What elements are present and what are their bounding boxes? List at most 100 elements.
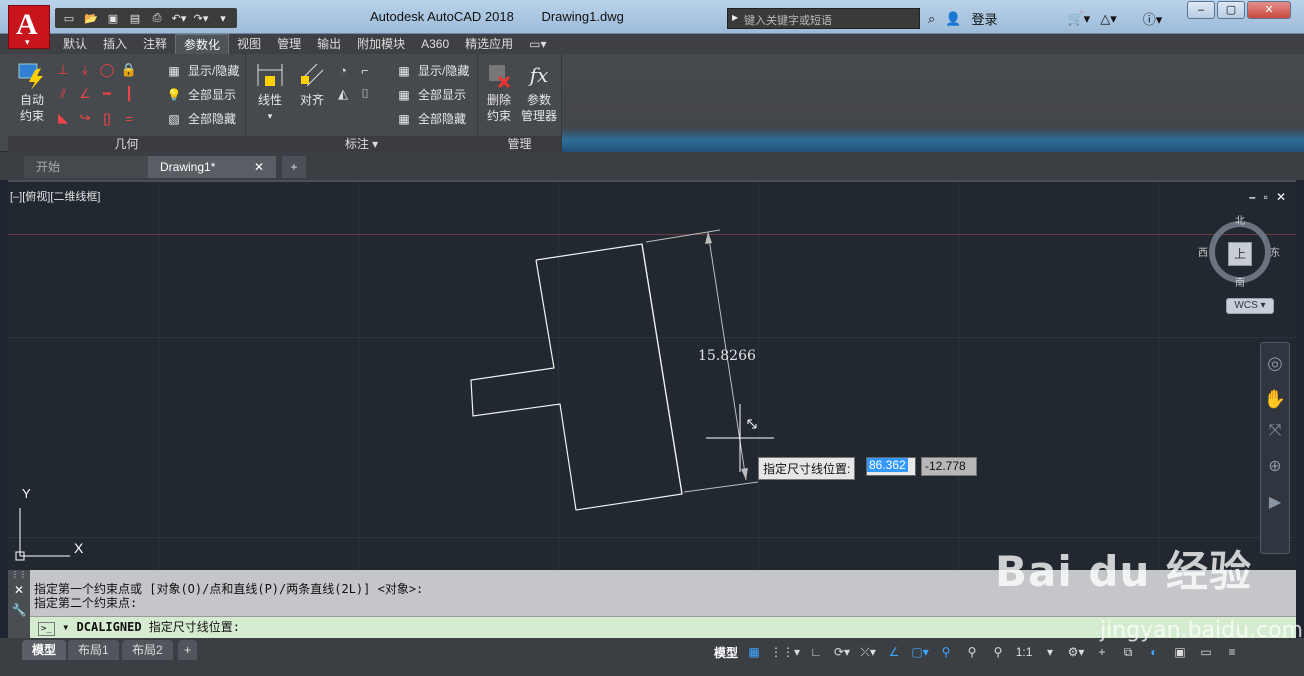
model-space-button[interactable]: 模型: [714, 641, 738, 663]
close-icon[interactable]: ✕: [8, 580, 30, 600]
snap-mode-icon[interactable]: ⋮⋮▾: [770, 641, 800, 663]
tab-parametric[interactable]: 参数化: [175, 34, 230, 54]
wcs-menu[interactable]: WCS ▾: [1226, 298, 1274, 314]
exchange-icon[interactable]: △▾: [1100, 11, 1117, 27]
close-icon[interactable]: ✕: [254, 156, 264, 178]
smooth-icon[interactable]: ↪: [74, 106, 96, 130]
layout-tab-2[interactable]: 布局2: [122, 640, 173, 660]
open-icon[interactable]: 📂: [81, 9, 101, 27]
geo-show-hide-button[interactable]: ▦ 显示/隐藏: [166, 62, 239, 79]
polar-tracking-icon[interactable]: ⟳▾: [832, 641, 852, 663]
tab-drawing1[interactable]: Drawing1* ✕: [148, 156, 276, 178]
help-icon[interactable]: ⓘ▾: [1143, 9, 1163, 28]
tab-a360[interactable]: A360: [413, 34, 457, 54]
customize-menu-icon[interactable]: ≡: [1222, 641, 1242, 663]
radius-icon[interactable]: ⌐: [354, 58, 376, 82]
search-input[interactable]: ▶ 键入关键字或短语: [727, 8, 920, 29]
workspace-gear-icon[interactable]: ⚙▾: [1066, 641, 1086, 663]
vertical-icon[interactable]: ┃: [118, 82, 140, 106]
coincident-icon[interactable]: ⊥: [52, 58, 74, 82]
auto-constrain-button[interactable]: 自动 约束: [12, 60, 52, 124]
save-icon[interactable]: ▣: [103, 9, 123, 27]
tab-view[interactable]: 视图: [229, 34, 269, 54]
annotation-visibility-icon[interactable]: ⚲: [936, 641, 956, 663]
isodraft-icon[interactable]: ⤫▾: [858, 641, 878, 663]
clean-screen-icon[interactable]: ▭: [1196, 641, 1216, 663]
ortho-icon[interactable]: ∟: [806, 641, 826, 663]
tab-addins[interactable]: 附加模块: [349, 34, 413, 54]
compass-west[interactable]: 西: [1198, 244, 1208, 259]
tangent-icon[interactable]: ◣: [52, 106, 74, 130]
dimension-text[interactable]: 15.8266: [698, 348, 756, 364]
compass-east[interactable]: 东: [1270, 244, 1280, 259]
polygon-shape[interactable]: [470, 243, 683, 511]
collinear-icon[interactable]: ⤓: [74, 58, 96, 82]
linear-dim-button[interactable]: 线性 ▾: [252, 60, 288, 124]
wrench-icon[interactable]: 🔧: [8, 600, 30, 620]
geo-show-all-button[interactable]: 💡 全部显示: [166, 86, 237, 103]
binoculars-icon[interactable]: ⌕: [928, 11, 935, 27]
hardware-acceleration-icon[interactable]: ▣: [1170, 641, 1190, 663]
isolate-objects-icon[interactable]: ◐: [1144, 641, 1164, 663]
login-button[interactable]: 登录: [971, 9, 997, 28]
edge-line[interactable]: [641, 243, 683, 495]
auto-scale-icon[interactable]: ⚲: [962, 641, 982, 663]
panel-dimension-label[interactable]: 标注 ▾: [246, 136, 477, 152]
tab-manage[interactable]: 管理: [269, 34, 309, 54]
units-icon[interactable]: ⧉: [1118, 641, 1138, 663]
object-snap-icon[interactable]: ▢▾: [910, 641, 930, 663]
annotation-scale-value[interactable]: 1:1: [1014, 641, 1034, 663]
command-window-grip[interactable]: ⋮⋮ ✕ 🔧: [8, 570, 30, 638]
diameter-icon[interactable]: ◭: [332, 82, 354, 106]
annotation-scale-icon[interactable]: ⚲: [988, 641, 1008, 663]
orbit-icon[interactable]: ⊕: [1261, 447, 1289, 487]
layout-tab-model[interactable]: 模型: [22, 640, 67, 660]
customize-qat-icon[interactable]: ▾: [213, 9, 233, 27]
save-as-icon[interactable]: ▤: [125, 9, 145, 27]
dim-hide-all-button[interactable]: ▦ 全部隐藏: [396, 110, 466, 127]
panel-geometry-label[interactable]: 几何: [8, 136, 245, 152]
equal-icon[interactable]: =: [118, 106, 140, 130]
new-tab-button[interactable]: +: [282, 156, 306, 178]
geo-hide-all-button[interactable]: ▧ 全部隐藏: [166, 110, 236, 127]
parallel-icon[interactable]: ⫽: [52, 82, 74, 106]
drawing-canvas[interactable]: [–][俯视][二维线框] – ▫ ✕ 15.8266 Y X 上 北 南 东: [8, 180, 1296, 570]
param-manager-button[interactable]: fx 参数 管理器: [518, 60, 560, 124]
minimize-button[interactable]: –: [1187, 1, 1215, 19]
undo-icon[interactable]: ↶▾: [169, 9, 189, 27]
command-prompt-icon[interactable]: >_: [38, 622, 55, 636]
grip-handle-icon[interactable]: ⋮⋮: [8, 570, 30, 580]
tab-annotate[interactable]: 注释: [135, 34, 175, 54]
dynamic-input-x[interactable]: 86.362: [866, 457, 916, 476]
aligned-dim-button[interactable]: 对齐: [294, 60, 330, 108]
tab-featured-apps[interactable]: 精选应用: [457, 34, 521, 54]
add-layout-button[interactable]: +: [178, 640, 198, 660]
close-button[interactable]: ✕: [1247, 1, 1291, 19]
dim-show-all-button[interactable]: ▦ 全部显示: [396, 86, 466, 103]
viewcube[interactable]: 上 北 南 东 西: [1198, 212, 1280, 292]
print-icon[interactable]: ⎙: [147, 9, 167, 27]
object-snap-tracking-icon[interactable]: ∠: [884, 641, 904, 663]
redo-icon[interactable]: ↷▾: [191, 9, 211, 27]
delete-constraints-button[interactable]: 删除 约束: [482, 60, 516, 124]
convert-icon[interactable]: ⌷: [354, 82, 376, 106]
compass-south[interactable]: 南: [1235, 274, 1245, 289]
cart-icon[interactable]: 🛒▾: [1067, 11, 1090, 27]
compass-north[interactable]: 北: [1235, 212, 1245, 227]
concentric-icon[interactable]: ◯: [96, 58, 118, 82]
perpendicular-icon[interactable]: ∠: [74, 82, 96, 106]
showmotion-icon[interactable]: ▶: [1261, 487, 1289, 519]
fix-icon[interactable]: 🔒: [118, 58, 140, 82]
viewcube-top-face[interactable]: 上: [1228, 242, 1252, 266]
steering-wheel-icon[interactable]: ◎: [1261, 343, 1289, 383]
tab-start[interactable]: 开始: [24, 156, 154, 178]
chevron-down-icon[interactable]: ▾: [1040, 641, 1060, 663]
pan-icon[interactable]: ✋: [1261, 383, 1289, 415]
layout-tab-1[interactable]: 布局1: [68, 640, 119, 660]
plus-icon[interactable]: +: [1092, 641, 1112, 663]
panel-manage-label[interactable]: 管理: [478, 136, 561, 152]
zoom-extents-icon[interactable]: ⤧: [1261, 415, 1289, 447]
dynamic-input-y[interactable]: -12.778: [921, 457, 977, 476]
tab-default[interactable]: 默认: [55, 34, 95, 54]
symmetric-icon[interactable]: []: [96, 106, 118, 130]
